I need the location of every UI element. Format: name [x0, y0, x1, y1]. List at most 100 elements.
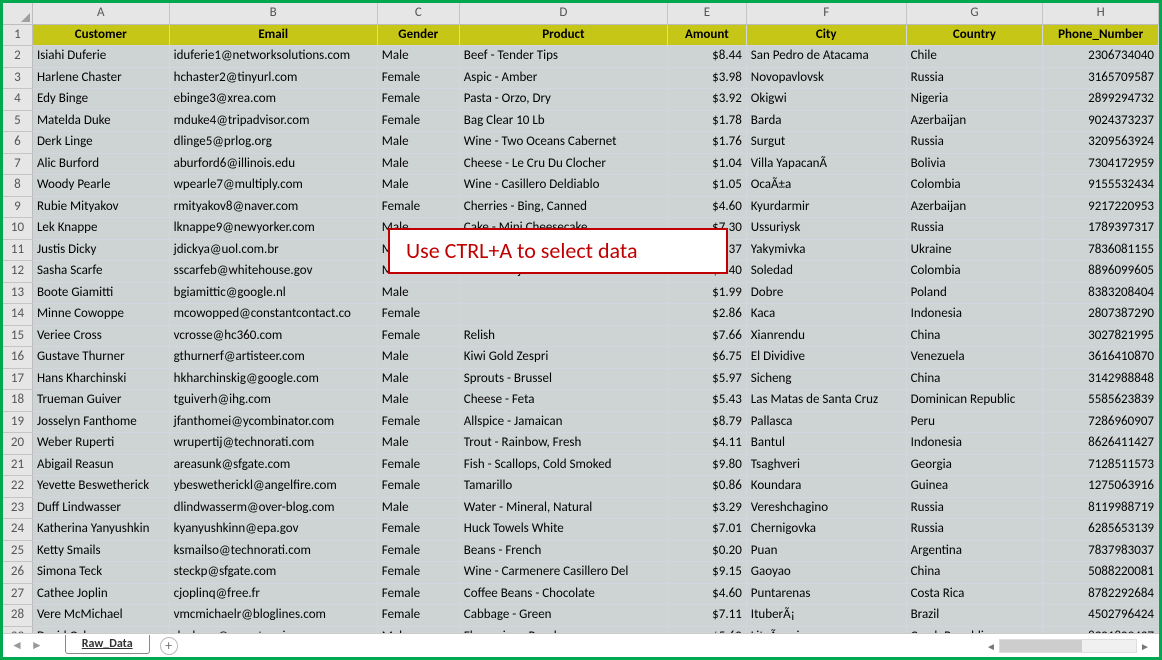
data-cell[interactable]: Vere McMichael — [32, 605, 169, 627]
data-cell[interactable]: cjoplinq@free.fr — [169, 583, 377, 605]
data-cell[interactable]: 3027821995 — [1043, 325, 1159, 347]
data-cell[interactable]: 2899294732 — [1043, 89, 1159, 111]
data-cell[interactable]: vmcmichaelr@bloglines.com — [169, 605, 377, 627]
data-cell[interactable]: hkharchinskig@google.com — [169, 368, 377, 390]
data-cell[interactable]: Weber Ruperti — [32, 433, 169, 455]
row-header[interactable]: 7 — [3, 153, 32, 175]
row-header[interactable]: 11 — [3, 239, 32, 261]
row-header[interactable]: 14 — [3, 304, 32, 326]
data-cell[interactable]: Male — [377, 153, 459, 175]
data-cell[interactable]: Male — [377, 282, 459, 304]
data-cell[interactable]: 8119988719 — [1043, 497, 1159, 519]
data-cell[interactable]: Bag Clear 10 Lb — [459, 110, 667, 132]
data-cell[interactable]: Josselyn Fanthome — [32, 411, 169, 433]
data-cell[interactable]: Barda — [746, 110, 906, 132]
data-cell[interactable]: Male — [377, 347, 459, 369]
data-cell[interactable]: Female — [377, 562, 459, 584]
data-cell[interactable]: 8896099605 — [1043, 261, 1159, 283]
data-cell[interactable] — [459, 304, 667, 326]
data-cell[interactable]: Venezuela — [906, 347, 1043, 369]
data-cell[interactable]: lknappe9@newyorker.com — [169, 218, 377, 240]
data-cell[interactable]: Water - Mineral, Natural — [459, 497, 667, 519]
data-cell[interactable]: Bolivia — [906, 153, 1043, 175]
scroll-left-icon[interactable]: ◄ — [983, 640, 999, 653]
data-cell[interactable]: tguiverh@ihg.com — [169, 390, 377, 412]
row-header[interactable]: 13 — [3, 282, 32, 304]
data-cell[interactable]: Indonesia — [906, 304, 1043, 326]
data-cell[interactable]: Simona Teck — [32, 562, 169, 584]
data-cell[interactable]: Pasta - Orzo, Dry — [459, 89, 667, 111]
data-cell[interactable]: Female — [377, 196, 459, 218]
data-cell[interactable]: Male — [377, 368, 459, 390]
row-header[interactable]: 17 — [3, 368, 32, 390]
row-header[interactable]: 6 — [3, 132, 32, 154]
data-cell[interactable]: Minne Cowoppe — [32, 304, 169, 326]
table-header-cell[interactable]: City — [746, 24, 906, 46]
data-cell[interactable]: Matelda Duke — [32, 110, 169, 132]
column-header-c[interactable]: C — [377, 3, 459, 24]
data-cell[interactable]: Female — [377, 67, 459, 89]
data-cell[interactable]: Tamarillo — [459, 476, 667, 498]
data-cell[interactable]: 7128511573 — [1043, 454, 1159, 476]
data-cell[interactable]: iduferie1@networksolutions.com — [169, 46, 377, 68]
data-cell[interactable]: Yevette Beswetherick — [32, 476, 169, 498]
data-cell[interactable]: Russia — [906, 497, 1043, 519]
data-cell[interactable]: dlindwasserm@over-blog.com — [169, 497, 377, 519]
data-cell[interactable]: Male — [377, 497, 459, 519]
data-cell[interactable]: $7.66 — [667, 325, 746, 347]
data-cell[interactable]: aburford6@illinois.edu — [169, 153, 377, 175]
data-cell[interactable]: Azerbaijan — [906, 196, 1043, 218]
data-cell[interactable]: $4.11 — [667, 433, 746, 455]
data-cell[interactable]: Cathee Joplin — [32, 583, 169, 605]
data-cell[interactable]: Brazil — [906, 605, 1043, 627]
data-cell[interactable]: Dobre — [746, 282, 906, 304]
data-cell[interactable]: Beans - French — [459, 540, 667, 562]
data-cell[interactable]: Alic Burford — [32, 153, 169, 175]
data-cell[interactable]: 3142988848 — [1043, 368, 1159, 390]
row-header[interactable]: 12 — [3, 261, 32, 283]
data-cell[interactable]: Bantul — [746, 433, 906, 455]
table-header-cell[interactable]: Gender — [377, 24, 459, 46]
data-cell[interactable]: $6.75 — [667, 347, 746, 369]
row-header[interactable]: 24 — [3, 519, 32, 541]
data-cell[interactable]: Tsaghveri — [746, 454, 906, 476]
data-cell[interactable]: Russia — [906, 218, 1043, 240]
data-cell[interactable]: sscarfeb@whitehouse.gov — [169, 261, 377, 283]
table-header-cell[interactable]: Phone_Number — [1043, 24, 1159, 46]
row-header[interactable]: 5 — [3, 110, 32, 132]
grid-area[interactable]: ABCDEFGH1CustomerEmailGenderProductAmoun… — [3, 3, 1159, 635]
data-cell[interactable]: Xianrendu — [746, 325, 906, 347]
data-cell[interactable]: Female — [377, 583, 459, 605]
table-header-cell[interactable]: Email — [169, 24, 377, 46]
data-cell[interactable]: $4.60 — [667, 196, 746, 218]
scroll-thumb[interactable] — [1000, 640, 1082, 652]
data-cell[interactable]: China — [906, 325, 1043, 347]
row-header[interactable]: 10 — [3, 218, 32, 240]
row-header[interactable]: 22 — [3, 476, 32, 498]
data-cell[interactable]: 8782292684 — [1043, 583, 1159, 605]
data-cell[interactable]: Wine - Casillero Deldiablo — [459, 175, 667, 197]
data-cell[interactable]: ksmailso@technorati.com — [169, 540, 377, 562]
data-cell[interactable]: 8383208404 — [1043, 282, 1159, 304]
data-cell[interactable]: Villa YapacanÃ­ — [746, 153, 906, 175]
data-cell[interactable]: Kiwi Gold Zespri — [459, 347, 667, 369]
data-cell[interactable]: Ketty Smails — [32, 540, 169, 562]
row-header[interactable]: 9 — [3, 196, 32, 218]
row-header[interactable]: 18 — [3, 390, 32, 412]
column-header-h[interactable]: H — [1043, 3, 1159, 24]
data-cell[interactable]: steckp@sfgate.com — [169, 562, 377, 584]
data-cell[interactable]: 1275063916 — [1043, 476, 1159, 498]
data-cell[interactable]: Female — [377, 110, 459, 132]
data-cell[interactable]: gthurnerf@artisteer.com — [169, 347, 377, 369]
data-cell[interactable]: $5.97 — [667, 368, 746, 390]
sheet-nav-prev-icon[interactable]: ◄ — [7, 638, 27, 653]
row-header[interactable]: 28 — [3, 605, 32, 627]
sheet-nav-next-icon[interactable]: ► — [27, 638, 47, 653]
data-cell[interactable]: Gustave Thurner — [32, 347, 169, 369]
data-cell[interactable]: Harlene Chaster — [32, 67, 169, 89]
data-cell[interactable]: Soledad — [746, 261, 906, 283]
data-cell[interactable]: ItuberÃ¡ — [746, 605, 906, 627]
data-cell[interactable]: 4502796424 — [1043, 605, 1159, 627]
data-cell[interactable]: Puan — [746, 540, 906, 562]
data-cell[interactable]: China — [906, 562, 1043, 584]
